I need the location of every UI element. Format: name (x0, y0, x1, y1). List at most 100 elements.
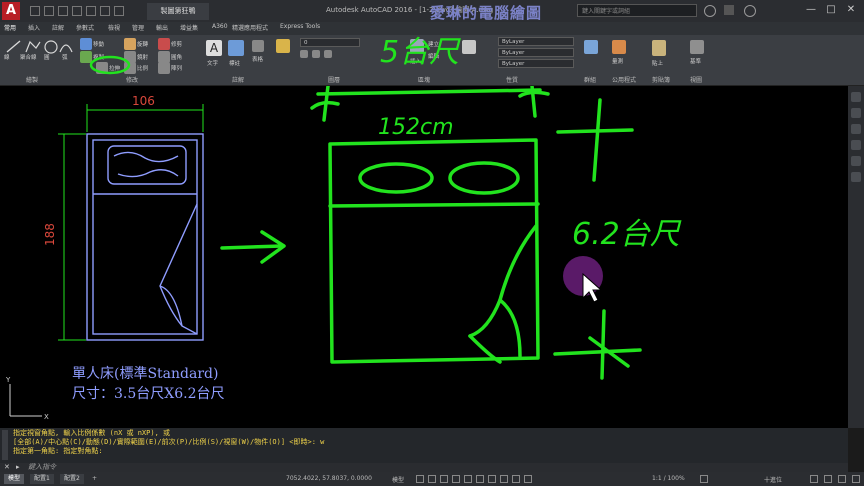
ortho-icon[interactable] (440, 475, 448, 483)
layer-tool-icon[interactable] (312, 50, 320, 58)
lineweight-icon[interactable] (488, 475, 496, 483)
search-input[interactable]: 鍵入關鍵字或詞組 (577, 4, 697, 17)
save-as-icon[interactable] (72, 6, 82, 16)
undo-icon[interactable] (100, 6, 110, 16)
zoom-icon[interactable] (851, 124, 861, 134)
grid-icon[interactable] (416, 475, 424, 483)
fullscreen-icon[interactable] (838, 475, 846, 483)
autocad-logo-icon[interactable]: A (2, 2, 20, 20)
dimension-label[interactable]: 標註 (229, 59, 240, 67)
match-properties-icon[interactable] (462, 40, 476, 54)
layout-tab-2[interactable]: 配置2 (60, 474, 84, 484)
customize-icon[interactable] (852, 475, 860, 483)
user-icon[interactable] (704, 5, 716, 17)
draw-line-label[interactable]: 線 (4, 53, 10, 61)
text-icon[interactable]: A (206, 40, 222, 56)
tab-home[interactable]: 常用 (4, 23, 16, 32)
fillet-label[interactable]: 圓角 (171, 53, 182, 61)
rotate-label[interactable]: 旋轉 (137, 40, 148, 48)
hardware-acceleration-icon[interactable] (824, 475, 832, 483)
tab-addins[interactable]: 增益集 (180, 23, 198, 32)
array-label[interactable]: 陣列 (171, 64, 182, 72)
model-space-toggle[interactable]: 模型 (392, 475, 404, 484)
tab-parametric[interactable]: 參數式 (76, 23, 94, 32)
showmotion-icon[interactable] (851, 156, 861, 166)
rotate-icon[interactable] (124, 38, 136, 50)
pan-icon[interactable] (851, 108, 861, 118)
annotation-scale[interactable]: 1:1 / 100% (652, 475, 685, 482)
tab-a360[interactable]: A360 (212, 23, 228, 30)
add-layout-icon[interactable]: + (92, 475, 97, 482)
transparency-icon[interactable] (500, 475, 508, 483)
title-bar: A 製圖第狂鴨 Autodesk AutoCAD 2016 - [1-2.dwg… (0, 0, 864, 22)
tab-manage[interactable]: 管理 (132, 23, 144, 32)
nav-menu-icon[interactable] (851, 172, 861, 182)
move-icon[interactable] (80, 38, 92, 50)
measure-label[interactable]: 量測 (612, 57, 623, 65)
selection-cycling-icon[interactable] (512, 475, 520, 483)
bed-caption-size: 尺寸：3.5台尺X6.2台尺 (72, 386, 225, 402)
mirror-label[interactable]: 鏡射 (137, 53, 148, 61)
layout-tab-model[interactable]: 模型 (4, 474, 25, 484)
draw-circle-label[interactable]: 圓 (44, 53, 50, 61)
linetype-dropdown[interactable]: ByLayer (498, 48, 574, 57)
drawing-canvas[interactable]: 106 188 單人床(標準Standard) 尺寸：3.5台尺X6.2台尺 Y… (0, 86, 848, 428)
paste-icon[interactable] (652, 40, 666, 56)
layer-tool-icon[interactable] (324, 50, 332, 58)
array-icon[interactable] (158, 62, 170, 74)
exchange-icon[interactable] (724, 5, 734, 15)
orbit-icon[interactable] (851, 140, 861, 150)
measure-icon[interactable] (612, 40, 626, 54)
tab-view[interactable]: 檢視 (108, 23, 120, 32)
trim-label[interactable]: 修剪 (171, 40, 182, 48)
help-icon[interactable] (744, 5, 756, 17)
draw-polyline-label[interactable]: 聚合線 (20, 53, 37, 61)
file-tab[interactable]: 製圖第狂鴨 (147, 3, 209, 20)
group-icon[interactable] (584, 40, 598, 54)
tab-featured-apps[interactable]: 精選應用程式 (232, 23, 268, 32)
redo-icon[interactable] (114, 6, 124, 16)
tab-output[interactable]: 輸出 (156, 23, 168, 32)
trim-icon[interactable] (158, 38, 170, 50)
maximize-button[interactable]: □ (824, 3, 838, 17)
lineweight-dropdown[interactable]: ByLayer (498, 59, 574, 68)
new-icon[interactable] (30, 6, 40, 16)
close-command-icon[interactable]: ✕ (4, 463, 10, 472)
3d-osnap-icon[interactable] (524, 475, 532, 483)
steering-wheel-icon[interactable] (851, 92, 861, 102)
osnap-icon[interactable] (464, 475, 472, 483)
workspace-icon[interactable] (700, 475, 708, 483)
polar-icon[interactable] (452, 475, 460, 483)
open-icon[interactable] (44, 6, 54, 16)
tab-express-tools[interactable]: Express Tools (280, 23, 320, 30)
layout-tab-1[interactable]: 配置1 (30, 474, 54, 484)
tab-annotate[interactable]: 註解 (52, 23, 64, 32)
layer-dropdown[interactable]: 0 (300, 38, 360, 47)
layer-tool-icon[interactable] (300, 50, 308, 58)
command-input[interactable]: 鍵入指令 (28, 463, 56, 472)
close-button[interactable]: ✕ (844, 3, 858, 17)
command-dropdown-icon[interactable]: ▸ (16, 463, 20, 472)
tab-insert[interactable]: 插入 (28, 23, 40, 32)
command-input-bar[interactable]: ✕ ▸ 鍵入指令 (0, 463, 848, 472)
dimension-icon[interactable] (228, 40, 244, 56)
table-icon[interactable] (252, 40, 264, 52)
command-grip[interactable] (2, 430, 8, 460)
color-dropdown[interactable]: ByLayer (498, 37, 574, 46)
scale-label[interactable]: 比例 (137, 64, 148, 72)
draw-arc-label[interactable]: 弧 (62, 53, 68, 61)
move-label[interactable]: 移動 (93, 40, 104, 48)
print-icon[interactable] (86, 6, 96, 16)
paste-label[interactable]: 貼上 (652, 59, 663, 67)
units-display[interactable]: 十進位 (764, 475, 782, 484)
base-view-icon[interactable] (690, 40, 704, 54)
isolate-icon[interactable] (810, 475, 818, 483)
text-label[interactable]: 文字 (207, 59, 218, 67)
save-icon[interactable] (58, 6, 68, 16)
table-label[interactable]: 表格 (252, 55, 263, 63)
base-view-label[interactable]: 基準 (690, 57, 701, 65)
minimize-button[interactable]: — (804, 3, 818, 17)
snap-icon[interactable] (428, 475, 436, 483)
otrack-icon[interactable] (476, 475, 484, 483)
layer-properties-icon[interactable] (276, 39, 290, 53)
